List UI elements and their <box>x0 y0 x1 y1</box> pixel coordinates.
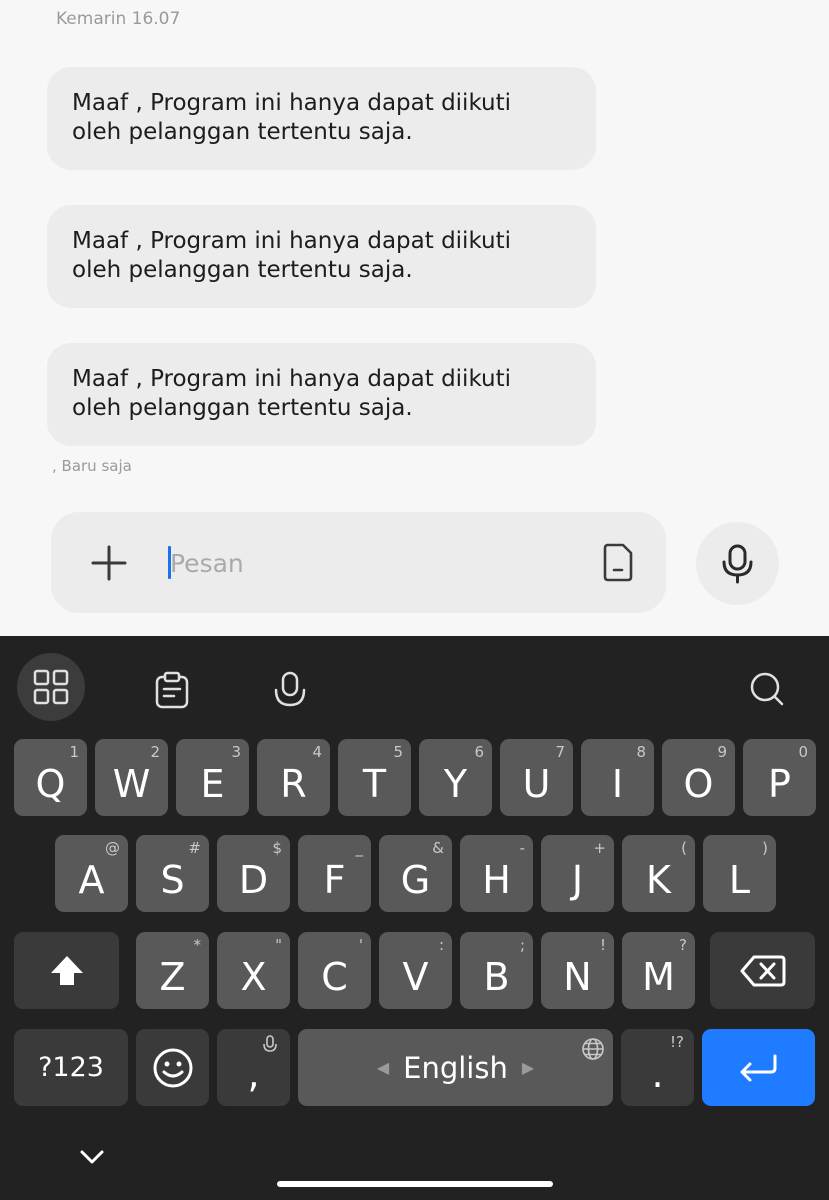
key-f[interactable]: _ F <box>298 835 371 912</box>
key-l[interactable]: ) L <box>703 835 776 912</box>
backspace-icon <box>740 955 785 986</box>
chat-area: Kemarin 16.07 Maaf , Program ini hanya d… <box>0 0 829 636</box>
symbols-key[interactable]: ?123 <box>14 1029 128 1106</box>
shift-icon <box>50 955 83 985</box>
key-z[interactable]: * Z <box>136 932 209 1009</box>
key-g[interactable]: & G <box>379 835 452 912</box>
key-x[interactable]: " X <box>217 932 290 1009</box>
chevron-right-icon: ▶ <box>521 1058 535 1077</box>
sim-card-icon[interactable] <box>601 542 641 584</box>
key-r[interactable]: 4R <box>257 739 330 816</box>
message-text-line: Maaf , Program ini hanya dapat diikuti <box>72 366 512 392</box>
enter-icon <box>740 1054 776 1081</box>
key-p[interactable]: 0P <box>743 739 816 816</box>
apps-grid-icon[interactable] <box>17 653 85 721</box>
message-timestamp: Kemarin 16.07 <box>56 9 181 29</box>
space-key[interactable]: ◀ English ▶ <box>298 1029 613 1106</box>
text-caret <box>168 546 171 579</box>
message-text-line: Maaf , Program ini hanya dapat diikuti <box>72 90 512 116</box>
chevron-down-icon[interactable] <box>74 1142 110 1172</box>
clipboard-icon[interactable] <box>140 657 200 717</box>
message-bubble[interactable]: Maaf , Program ini hanya dapat diikuti o… <box>47 343 596 446</box>
emoji-icon <box>153 1048 192 1087</box>
key-v[interactable]: :V <box>379 932 452 1009</box>
message-text-line: oleh pelanggan tertentu saja. <box>72 119 413 145</box>
key-b[interactable]: ; B <box>460 932 533 1009</box>
home-indicator[interactable] <box>277 1181 553 1187</box>
backspace-key[interactable] <box>710 932 815 1009</box>
key-j[interactable]: + J <box>541 835 614 912</box>
message-text-line: oleh pelanggan tertentu saja. <box>72 257 413 283</box>
key-q[interactable]: 1Q <box>14 739 87 816</box>
message-input[interactable] <box>166 542 570 584</box>
key-c[interactable]: ' C <box>298 932 371 1009</box>
key-a[interactable]: @ A <box>55 835 128 912</box>
key-w[interactable]: 2W <box>95 739 168 816</box>
period-key[interactable]: !? . <box>621 1029 694 1106</box>
key-t[interactable]: 5T <box>338 739 411 816</box>
key-n[interactable]: ! N <box>541 932 614 1009</box>
message-bubble[interactable]: Maaf , Program ini hanya dapat diikuti o… <box>47 67 596 170</box>
message-text-line: Maaf , Program ini hanya dapat diikuti <box>72 228 512 254</box>
key-i[interactable]: 8I <box>581 739 654 816</box>
keyboard: 1Q 2W 3E 4R 5T 6Y 7U 8I 9O 0P @ A # S $ D _… <box>0 636 829 1200</box>
key-s[interactable]: # S <box>136 835 209 912</box>
key-o[interactable]: 9O <box>662 739 735 816</box>
voice-message-button[interactable] <box>696 522 779 605</box>
comma-key[interactable]: , <box>217 1029 290 1106</box>
microphone-icon[interactable] <box>258 657 318 717</box>
message-composer <box>51 512 666 613</box>
search-icon[interactable] <box>735 657 795 717</box>
message-status: , Baru saja <box>52 457 132 475</box>
key-y[interactable]: 6Y <box>419 739 492 816</box>
key-k[interactable]: (K <box>622 835 695 912</box>
key-m[interactable]: ? M <box>622 932 695 1009</box>
message-bubble[interactable]: Maaf , Program ini hanya dapat diikuti o… <box>47 205 596 308</box>
shift-key[interactable] <box>14 932 119 1009</box>
key-h[interactable]: -H <box>460 835 533 912</box>
message-input-wrapper <box>166 542 570 584</box>
enter-key[interactable] <box>702 1029 815 1106</box>
emoji-key[interactable] <box>136 1029 209 1106</box>
message-text-line: oleh pelanggan tertentu saja. <box>72 395 413 421</box>
key-u[interactable]: 7U <box>500 739 573 816</box>
microphone-icon <box>722 544 753 584</box>
chevron-left-icon: ◀ <box>376 1058 390 1077</box>
plus-icon[interactable] <box>89 543 129 583</box>
key-e[interactable]: 3E <box>176 739 249 816</box>
key-d[interactable]: $ D <box>217 835 290 912</box>
language-label: English <box>403 1050 508 1085</box>
